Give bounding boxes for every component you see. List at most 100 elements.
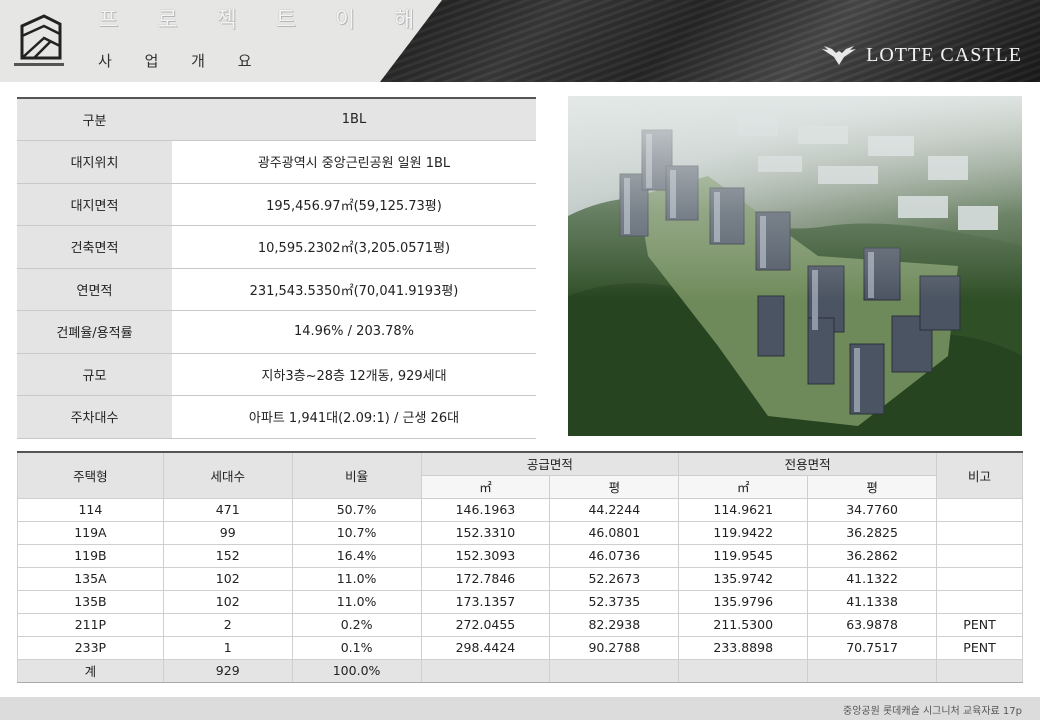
info-row: 건폐율/용적률 14.96% / 203.78% [17,310,536,354]
info-label: 규모 [17,353,172,396]
header-exclusive-area: 전용면적 [678,451,938,476]
header-exclusive-pyeong: 평 [807,474,938,499]
cell-exclusive-pyeong [807,658,938,683]
cell-exclusive-sqm: 135.9796 [678,589,809,614]
header-dark-panel [380,0,1040,82]
cell-ratio: 100.0% [291,658,422,683]
header-supply-sqm: ㎡ [420,474,551,499]
cell-note [936,543,1023,568]
header-household-count: 세대수 [162,451,293,499]
cell-supply-sqm: 152.3310 [420,520,551,545]
info-value: 1BL [172,97,536,141]
header-supply-area: 공급면적 [420,451,680,476]
cell-exclusive-pyeong: 34.7760 [807,497,938,522]
header-ratio: 비율 [291,451,422,499]
cell-unit-type: 135A [17,566,164,591]
cell-unit-type: 114 [17,497,164,522]
cell-exclusive-pyeong: 41.1338 [807,589,938,614]
page-title: 프 로 젝 트 이 해 [98,8,431,33]
table-row: 135A 102 11.0% 172.7846 52.2673 135.9742 41.13… [17,566,1023,591]
page-header: 프 로 젝 트 이 해 사 업 개 요 LOTTE CASTLE [0,0,1040,82]
cell-exclusive-sqm [678,658,809,683]
cell-supply-sqm: 298.4424 [420,635,551,660]
cell-household-count: 471 [162,497,293,522]
cell-supply-pyeong: 46.0801 [549,520,680,545]
cell-supply-pyeong: 52.3735 [549,589,680,614]
cell-exclusive-sqm: 233.8898 [678,635,809,660]
info-row: 구분 1BL [17,97,536,141]
cell-note [936,497,1023,522]
info-value: 아파트 1,941대(2.09:1) / 근생 26대 [172,395,536,439]
header-exclusive-sqm: ㎡ [678,474,809,499]
cell-supply-sqm: 172.7846 [420,566,551,591]
cell-unit-type: 119B [17,543,164,568]
cell-exclusive-sqm: 135.9742 [678,566,809,591]
cell-supply-sqm: 146.1963 [420,497,551,522]
info-value: 14.96% / 203.78% [172,310,536,354]
info-row: 대지면적 195,456.97㎡(59,125.73평) [17,183,536,226]
info-row: 건축면적 10,595.2302㎡(3,205.0571평) [17,225,536,269]
table-row: 119B 152 16.4% 152.3093 46.0736 119.9545 36.28… [17,543,1023,568]
cell-supply-pyeong: 90.2788 [549,635,680,660]
cell-ratio: 0.1% [291,635,422,660]
aerial-rendering-image [568,96,1022,436]
cell-exclusive-pyeong: 41.1322 [807,566,938,591]
info-row: 연면적 231,543.5350㎡(70,041.9193평) [17,268,536,311]
table-row: 114 471 50.7% 146.1963 44.2244 114.9621 34.776… [17,497,1023,522]
cell-exclusive-pyeong: 63.9878 [807,612,938,637]
cell-note [936,566,1023,591]
info-row: 대지위치 광주광역시 중앙근린공원 일원 1BL [17,140,536,184]
cell-ratio: 0.2% [291,612,422,637]
info-label: 구분 [17,97,172,141]
cell-unit-type: 계 [17,658,164,683]
cell-unit-type: 135B [17,589,164,614]
cell-exclusive-pyeong: 36.2862 [807,543,938,568]
logo-underline [14,63,64,66]
cell-supply-sqm: 272.0455 [420,612,551,637]
brand-name: LOTTE CASTLE [866,44,1022,66]
building-logo-icon [20,14,62,60]
info-value: 231,543.5350㎡(70,041.9193평) [172,268,536,311]
cell-supply-pyeong: 52.2673 [549,566,680,591]
header-note: 비고 [936,451,1023,499]
cell-ratio: 16.4% [291,543,422,568]
cell-ratio: 11.0% [291,589,422,614]
eagle-emblem-icon [822,45,857,65]
cell-ratio: 50.7% [291,497,422,522]
cell-supply-sqm: 173.1357 [420,589,551,614]
cell-note [936,658,1023,683]
cell-exclusive-pyeong: 70.7517 [807,635,938,660]
table-row: 계 929 100.0% [17,658,1023,683]
cell-note: PENT [936,612,1023,637]
info-label: 주차대수 [17,395,172,439]
footer-text: 중앙공원 롯데캐슬 시그니처 교육자료 17p [843,706,1022,717]
cell-note [936,520,1023,545]
info-label: 대지면적 [17,183,172,226]
cell-household-count: 1 [162,635,293,660]
header-unit-type: 주택형 [17,451,164,499]
table-row: 119A 99 10.7% 152.3310 46.0801 119.9422 36.282… [17,520,1023,545]
cell-exclusive-pyeong: 36.2825 [807,520,938,545]
project-info-table: 구분 1BL 대지위치 광주광역시 중앙근린공원 일원 1BL 대지면적 195,456.… [17,97,536,439]
info-value: 지하3층~28층 12개동, 929세대 [172,353,536,396]
info-value: 195,456.97㎡(59,125.73평) [172,183,536,226]
cell-exclusive-sqm: 211.5300 [678,612,809,637]
cell-supply-pyeong: 44.2244 [549,497,680,522]
cell-exclusive-sqm: 119.9545 [678,543,809,568]
cell-supply-pyeong: 82.2938 [549,612,680,637]
cell-exclusive-sqm: 114.9621 [678,497,809,522]
info-value: 10,595.2302㎡(3,205.0571평) [172,225,536,269]
cell-note [936,589,1023,614]
table-row: 211P 2 0.2% 272.0455 82.2938 211.5300 63.9878 P… [17,612,1023,637]
cell-ratio: 11.0% [291,566,422,591]
info-label: 연면적 [17,268,172,311]
info-row: 주차대수 아파트 1,941대(2.09:1) / 근생 26대 [17,395,536,439]
cell-household-count: 152 [162,543,293,568]
cell-unit-type: 211P [17,612,164,637]
page-subtitle: 사 업 개 요 [98,52,266,70]
cell-ratio: 10.7% [291,520,422,545]
cell-household-count: 929 [162,658,293,683]
cell-household-count: 102 [162,566,293,591]
cell-supply-sqm [420,658,551,683]
page-footer: 중앙공원 롯데캐슬 시그니처 교육자료 17p [0,697,1040,720]
